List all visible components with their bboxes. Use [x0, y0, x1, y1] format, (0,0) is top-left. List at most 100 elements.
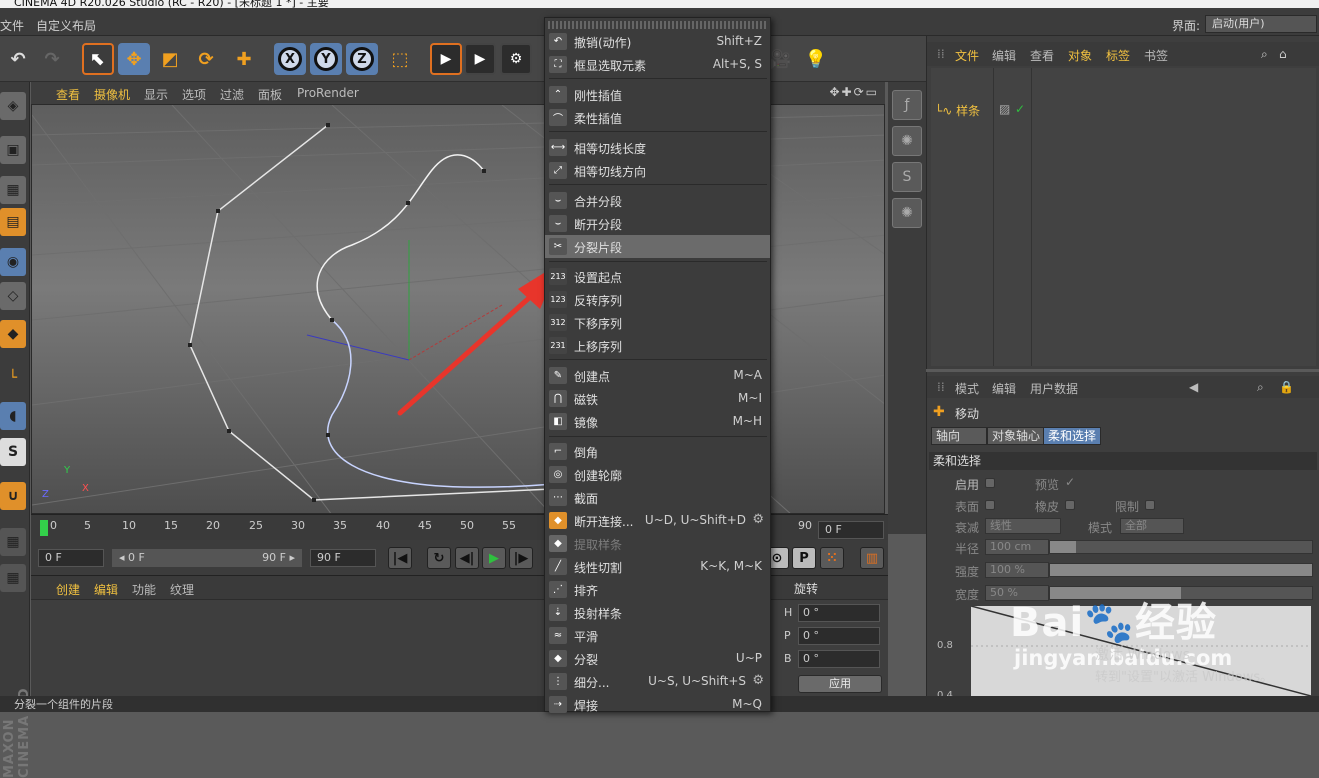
mat-menu-edit[interactable]: 编辑 [94, 581, 118, 598]
context-menu-item[interactable]: ⤢ 相等切线方向 [545, 159, 770, 182]
spline-curve-top[interactable] [316, 154, 485, 321]
redo-icon[interactable]: ↷ [36, 43, 68, 75]
gear-cog-icon[interactable]: ✺ [892, 126, 922, 156]
point-level-animation-icon[interactable]: P [792, 547, 816, 569]
snap-icon[interactable]: S [0, 438, 26, 466]
context-menu-item[interactable]: ⋮ 细分... U~S, U~Shift+S ⚙ [545, 670, 770, 693]
attr-menu-edit[interactable]: 编辑 [992, 380, 1016, 397]
enable-checkbox[interactable] [985, 478, 995, 488]
context-menu-item[interactable]: 213 设置起点 [545, 265, 770, 288]
select-tool-icon[interactable]: ⬉ [82, 43, 114, 75]
obj-menu-bookmarks[interactable]: 书签 [1144, 47, 1168, 64]
context-menu-item[interactable]: ⇢ 焊接 M~Q [545, 693, 770, 716]
function-icon[interactable]: ƒ [892, 90, 922, 120]
context-menu-item[interactable]: ⌃ 刚性插值 [545, 83, 770, 106]
viewport-menu-display[interactable]: 显示 [144, 86, 168, 103]
tab-axis[interactable]: 轴向 [931, 427, 987, 445]
context-menu-item[interactable]: 231 上移序列 [545, 334, 770, 357]
context-menu-item[interactable]: ↶ 撤销(动作) Shift+Z [545, 30, 770, 53]
current-frame-field[interactable]: 0 F [818, 521, 884, 539]
magnet-tool-icon[interactable]: ∪ [0, 482, 26, 510]
rotation-h-field[interactable]: 0 ° [798, 604, 880, 622]
search-icon[interactable]: ⌕ [1261, 47, 1268, 62]
context-menu-item[interactable]: 123 反转序列 [545, 288, 770, 311]
preview-check-icon[interactable]: ✓ [1065, 475, 1075, 489]
context-menu-item[interactable]: ⋰ 排齐 [545, 578, 770, 601]
viewport-menu-view[interactable]: 查看 [56, 86, 80, 103]
axis-mode-icon[interactable]: └ [0, 364, 26, 392]
home-icon[interactable]: ⌂ [1279, 47, 1287, 61]
rotation-p-field[interactable]: 0 ° [798, 627, 880, 645]
lock-icon[interactable]: 🔒 [1279, 380, 1294, 394]
enabled-check-icon[interactable]: ✓ [1015, 102, 1025, 116]
context-menu-item[interactable]: ✂ 分裂片段 [545, 235, 770, 258]
step-back-icon[interactable]: ◀| [455, 547, 479, 569]
mat-menu-create[interactable]: 创建 [56, 581, 80, 598]
object-row-spline[interactable]: └∿ 样条 [935, 102, 980, 119]
context-menu-item[interactable]: ◆ 断开连接... U~D, U~Shift+D ⚙ [545, 509, 770, 532]
keyframe-dots-icon[interactable]: ⁙ [820, 547, 844, 569]
object-list[interactable]: └∿ 样条 ▨ ✓ [931, 68, 1316, 366]
planar-workplane-icon[interactable]: ▦ [0, 564, 26, 592]
render-picture-viewer-icon[interactable]: ▶ [464, 43, 496, 75]
viewport-menu-filter[interactable]: 过滤 [220, 86, 244, 103]
z-axis-lock-icon[interactable]: Z [346, 43, 378, 75]
attr-menu-userdata[interactable]: 用户数据 [1030, 380, 1078, 397]
visibility-icon[interactable]: ▨ [999, 102, 1010, 116]
cog-icon[interactable]: ✺ [892, 198, 922, 228]
render-settings-icon[interactable]: ⚙ [500, 43, 532, 75]
obj-menu-view[interactable]: 查看 [1030, 47, 1054, 64]
context-menu-item[interactable]: ⌐ 倒角 [545, 440, 770, 463]
context-menu-item[interactable]: ≈ 平滑 [545, 624, 770, 647]
context-menu-item[interactable]: ◆ 分裂 U~P [545, 647, 770, 670]
spline-linear-part[interactable] [189, 124, 553, 501]
layout-select[interactable]: 启动(用户) [1205, 15, 1317, 33]
rotate-tool-icon[interactable]: ⟳ [190, 43, 222, 75]
radius-field[interactable]: 100 cm [985, 539, 1049, 555]
item-options-gear-icon[interactable]: ⚙ [752, 512, 764, 527]
surface-checkbox[interactable] [985, 500, 995, 510]
edges-mode-icon[interactable]: ◇ [0, 282, 26, 310]
mat-menu-texture[interactable]: 纹理 [170, 581, 194, 598]
viewport-menu-options[interactable]: 选项 [182, 86, 206, 103]
context-menu-item[interactable]: ⛶ 框显选取元素 Alt+S, S [545, 53, 770, 76]
obj-menu-tags[interactable]: 标签 [1106, 47, 1130, 64]
context-menu-item[interactable]: ◎ 创建轮廓 [545, 463, 770, 486]
tweak-mode-icon[interactable]: ◖ [0, 402, 26, 430]
tab-object-axis[interactable]: 对象轴心 [987, 427, 1046, 445]
rotation-b-field[interactable]: 0 ° [798, 650, 880, 668]
light-icon[interactable]: 💡 [800, 43, 832, 75]
make-editable-icon[interactable]: ◈ [0, 92, 26, 120]
limit-checkbox[interactable] [1145, 500, 1155, 510]
context-menu-item[interactable]: ⋂ 磁铁 M~I [545, 387, 770, 410]
frame-range-slider[interactable]: ◂ 0 F 90 F ▸ [112, 549, 302, 567]
undo-icon[interactable]: ↶ [2, 43, 34, 75]
viewport-nav-icons[interactable]: ✥✚⟳▭ [829, 85, 879, 99]
model-mode-icon[interactable]: ▣ [0, 136, 26, 164]
radius-slider[interactable] [1049, 540, 1313, 554]
context-menu-item[interactable]: ⌒ 柔性插值 [545, 106, 770, 129]
coordinate-system-icon[interactable]: ⬚ [384, 43, 416, 75]
rubber-checkbox[interactable] [1065, 500, 1075, 510]
context-menu-item[interactable]: ⌣ 合并分段 [545, 189, 770, 212]
obj-menu-file[interactable]: 文件 [955, 47, 979, 64]
back-arrow-icon[interactable]: ◀ [1189, 380, 1198, 394]
go-to-start-icon[interactable]: |◀ [388, 547, 412, 569]
item-options-gear-icon[interactable]: ⚙ [752, 673, 764, 688]
context-menu-item[interactable]: ╱ 线性切割 K~K, M~K [545, 555, 770, 578]
mode-select[interactable]: 全部 [1120, 518, 1184, 534]
render-view-icon[interactable]: ▶ [430, 43, 462, 75]
attr-menu-mode[interactable]: 模式 [955, 380, 979, 397]
points-mode-icon[interactable]: ◉ [0, 248, 26, 276]
x-axis-lock-icon[interactable]: X [274, 43, 306, 75]
workplane-icon[interactable]: ▤ [0, 208, 26, 236]
playhead-marker[interactable] [40, 520, 48, 536]
context-menu-item[interactable]: ⟷ 相等切线长度 [545, 136, 770, 159]
end-frame-field[interactable]: 90 F [310, 549, 376, 567]
context-menu-item[interactable]: ◧ 镜像 M~H [545, 410, 770, 433]
y-axis-lock-icon[interactable]: Y [310, 43, 342, 75]
lock-workplane-icon[interactable]: ▦ [0, 528, 26, 556]
loop-icon[interactable]: ↻ [427, 547, 451, 569]
context-menu-item[interactable]: ⇣ 投射样条 [545, 601, 770, 624]
texture-mode-icon[interactable]: ▦ [0, 176, 26, 204]
